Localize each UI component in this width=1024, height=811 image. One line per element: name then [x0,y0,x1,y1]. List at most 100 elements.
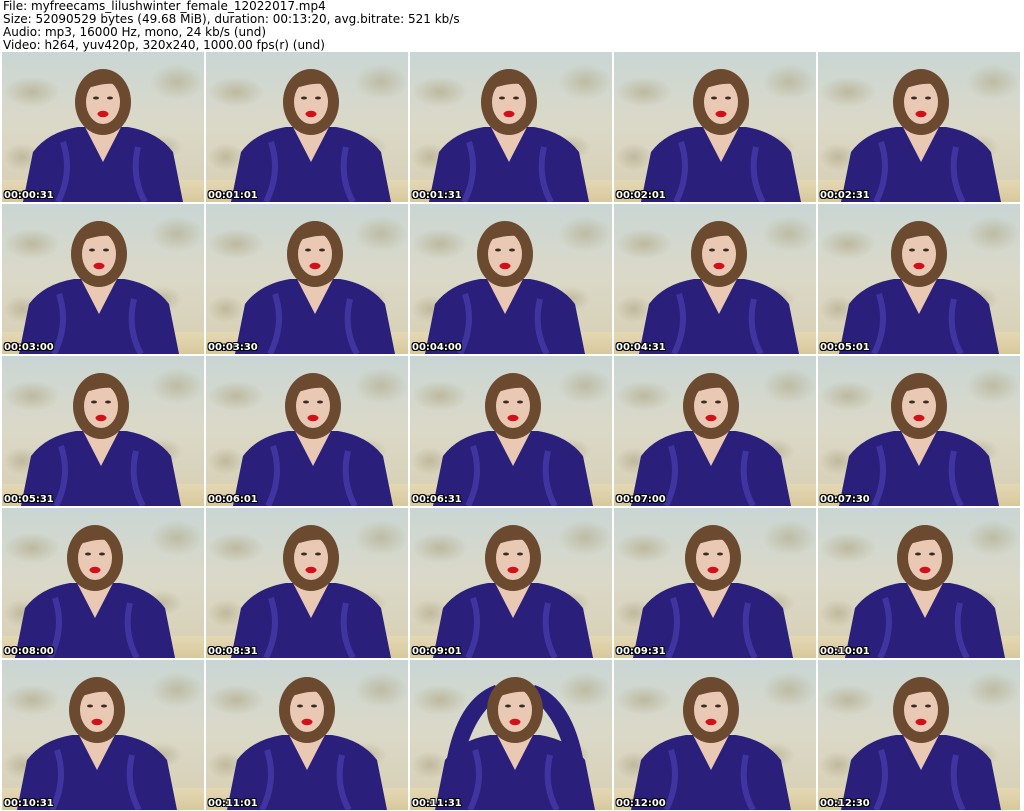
left-eye [93,96,99,100]
right-eye [517,400,523,404]
left-eye [495,248,501,252]
left-eye [909,400,915,404]
left-eye [703,552,709,556]
red-lips [507,566,519,574]
right-eye [315,96,321,100]
left-eye [85,552,91,556]
person-figure [631,373,791,506]
person-figure [231,525,391,658]
right-eye [99,552,105,556]
left-eye [503,400,509,404]
person-figure [227,677,387,810]
video-thumbnail: 00:07:00 [614,356,816,506]
red-lips [705,414,717,422]
person-figure [429,69,589,202]
thumbnail-timestamp: 00:11:31 [412,798,462,809]
left-eye [503,552,509,556]
right-eye [315,552,321,556]
red-lips [301,718,313,726]
video-thumbnail: 00:03:30 [206,204,408,354]
thumbnail-timestamp: 00:06:31 [412,494,462,505]
video-thumbnail: 00:06:31 [410,356,612,506]
person-figure [23,69,183,202]
thumbnail-timestamp: 00:03:30 [208,342,258,353]
thumbnail-timestamp: 00:06:01 [208,494,258,505]
person-figure [841,677,1001,810]
right-eye [725,96,731,100]
video-thumbnail: 00:03:00 [2,204,204,354]
left-eye [91,400,97,404]
video-thumbnail: 00:01:01 [206,52,408,202]
person-figure [15,525,175,658]
red-lips [713,262,725,270]
video-info-header: File: myfreecams_lilushwinter_female_120… [3,0,1021,52]
left-eye [911,96,917,100]
video-thumbnail: 00:09:31 [614,508,816,658]
video-thumbnail: 00:12:30 [818,660,1020,810]
right-eye [519,704,525,708]
video-thumbnail: 00:10:31 [2,660,204,810]
right-eye [101,704,107,708]
red-lips [499,262,511,270]
video-thumbnail: 00:04:00 [410,204,612,354]
right-eye [923,400,929,404]
red-lips [507,414,519,422]
thumbnail-timestamp: 00:08:31 [208,646,258,657]
video-thumbnail: 00:08:00 [2,508,204,658]
thumbnail-timestamp: 00:01:01 [208,190,258,201]
left-eye [701,704,707,708]
thumbnail-timestamp: 00:02:31 [820,190,870,201]
right-eye [317,400,323,404]
video-thumbnail: 00:12:00 [614,660,816,810]
person-figure [839,373,999,506]
video-thumbnail: 00:09:01 [410,508,612,658]
red-lips [705,718,717,726]
left-eye [911,704,917,708]
person-figure [17,677,177,810]
left-eye [505,704,511,708]
thumbnail-timestamp: 00:09:31 [616,646,666,657]
red-lips [91,718,103,726]
right-eye [925,704,931,708]
red-lips [503,110,515,118]
right-eye [107,96,113,100]
right-eye [103,248,109,252]
person-figure [845,525,1005,658]
red-lips [915,110,927,118]
red-lips [95,414,107,422]
video-thumbnail: 00:08:31 [206,508,408,658]
person-figure [21,373,181,506]
left-eye [301,552,307,556]
red-lips [715,110,727,118]
thumbnail-timestamp: 00:10:31 [4,798,54,809]
red-lips [509,718,521,726]
thumbnail-timestamp: 00:04:00 [412,342,462,353]
left-eye [305,248,311,252]
red-lips [305,566,317,574]
thumbnail-timestamp: 00:11:01 [208,798,258,809]
file-name-line: File: myfreecams_lilushwinter_female_120… [3,0,326,13]
red-lips [97,110,109,118]
person-figure [433,525,593,658]
red-lips [707,566,719,574]
person-figure [231,69,391,202]
video-thumbnail: 00:00:31 [2,52,204,202]
file-size-line: Size: 52090529 bytes (49.68 MiB), durati… [3,13,460,26]
thumbnail-timestamp: 00:09:01 [412,646,462,657]
audio-info-line: Audio: mp3, 16000 Hz, mono, 24 kb/s (und… [3,26,267,39]
left-eye [909,248,915,252]
right-eye [319,248,325,252]
person-figure [839,221,999,354]
video-thumbnail: 00:06:01 [206,356,408,506]
video-thumbnail: 00:02:31 [818,52,1020,202]
red-lips [307,414,319,422]
red-lips [915,718,927,726]
person-figure [235,221,395,354]
thumbnail-timestamp: 00:02:01 [616,190,666,201]
person-figure [425,221,585,354]
right-eye [509,248,515,252]
left-eye [709,248,715,252]
video-thumbnail: 00:05:31 [2,356,204,506]
thumbnail-timestamp: 00:10:01 [820,646,870,657]
thumbnail-timestamp: 00:05:01 [820,342,870,353]
